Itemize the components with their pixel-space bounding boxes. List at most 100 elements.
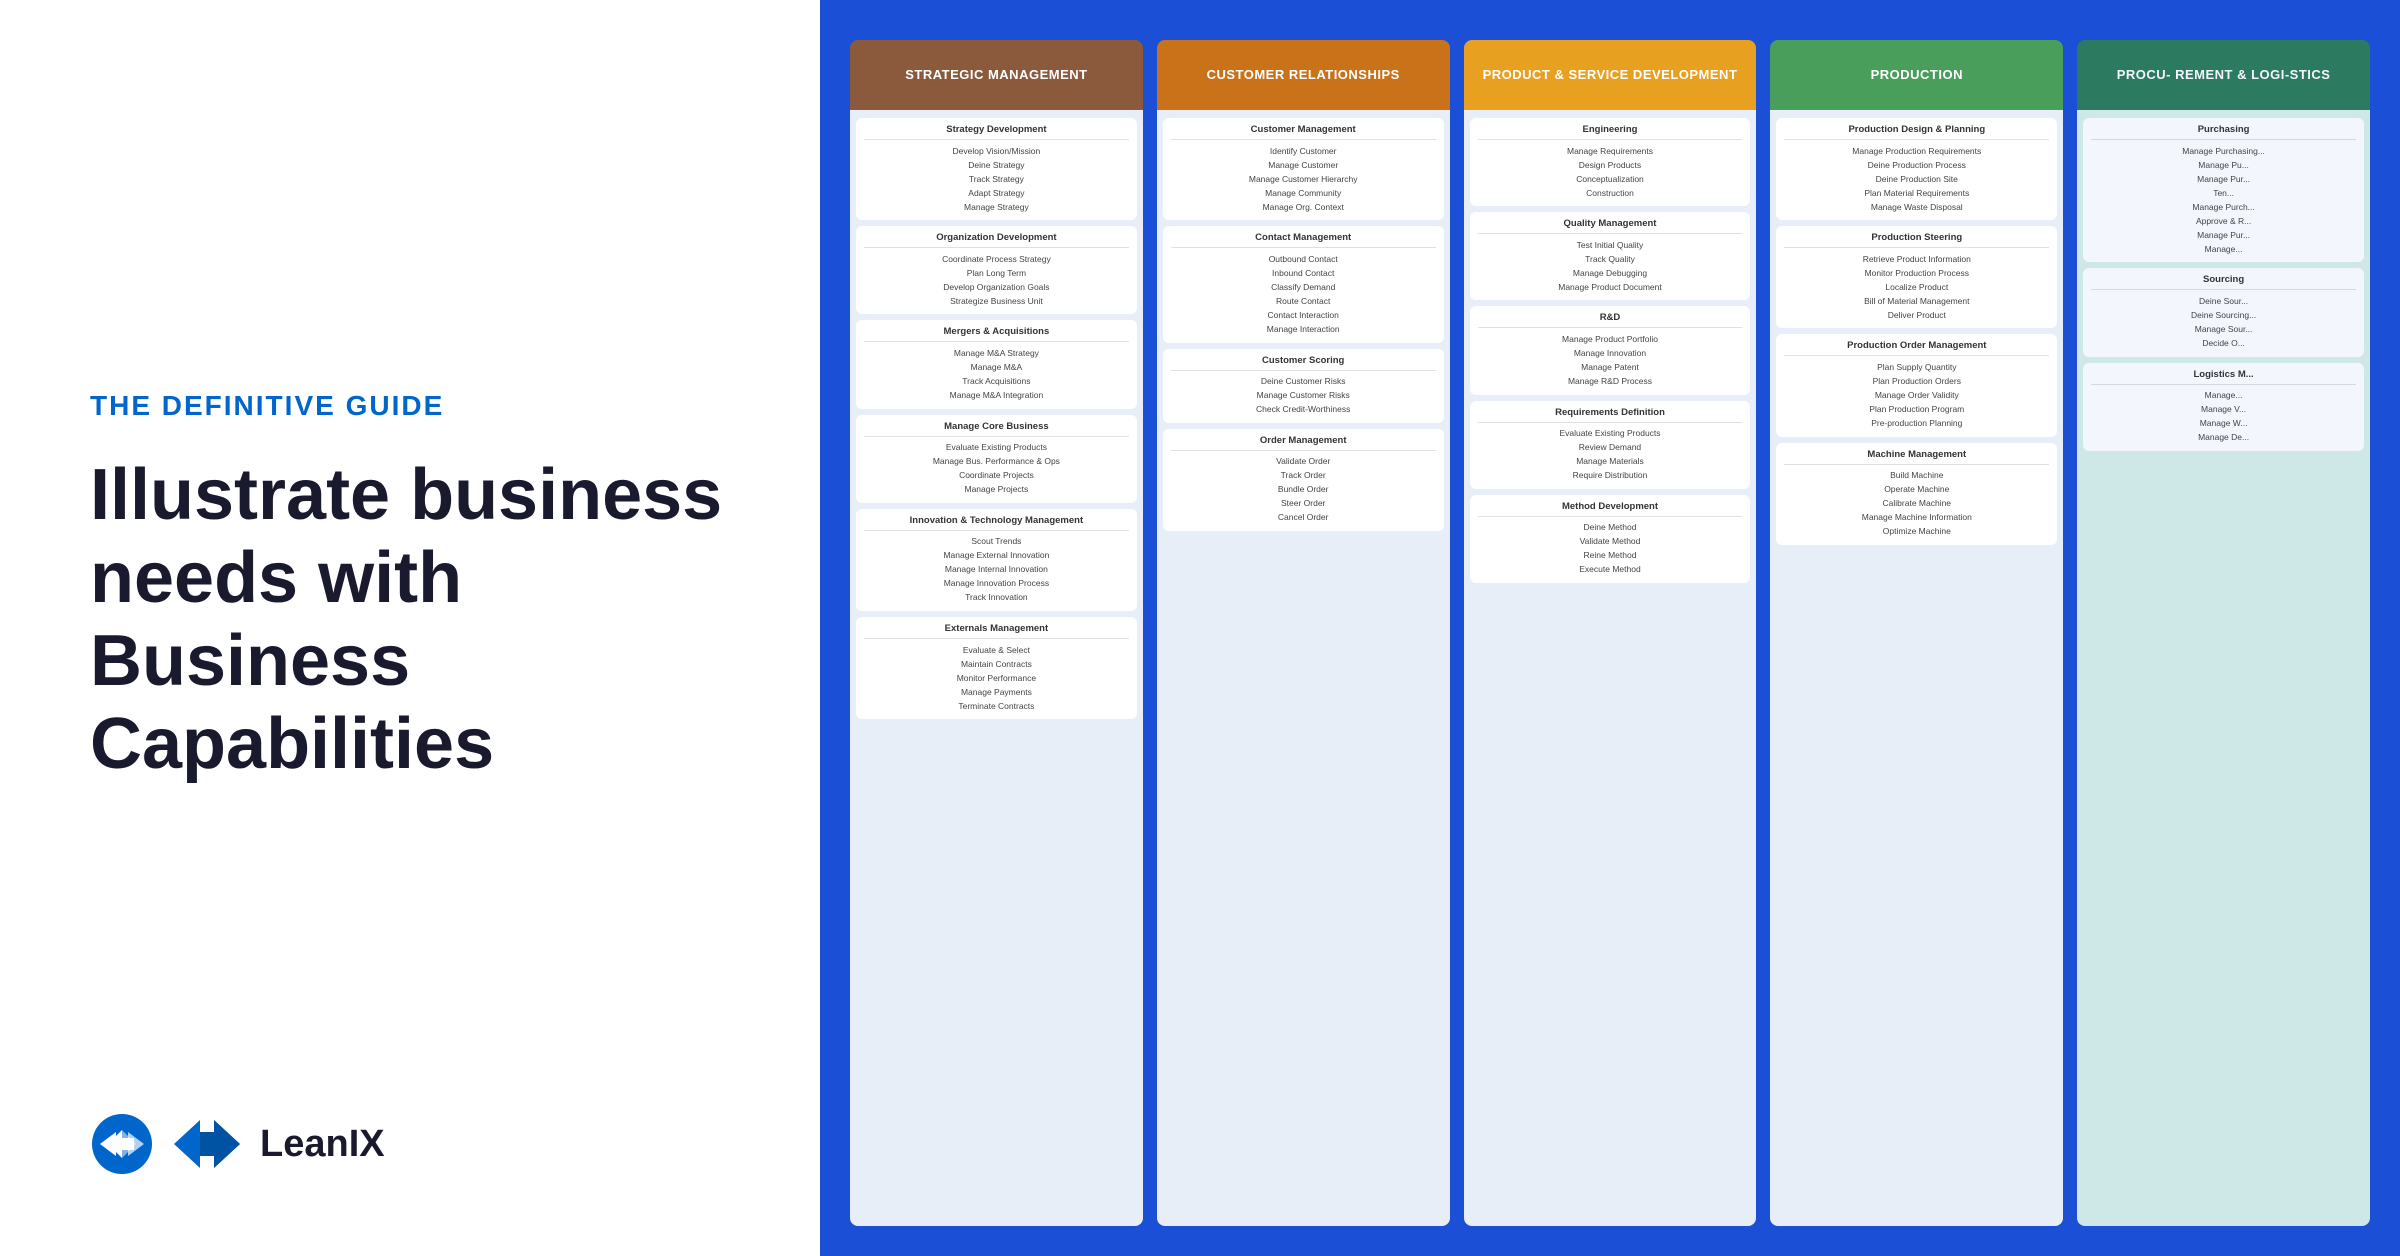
group-item: Localize Product [1784,280,2049,294]
group-item: Track Order [1171,469,1436,483]
column-header-product: PRODUCT & SERVICE DEVELOPMENT [1464,40,1757,110]
group-item: Build Machine [1784,469,2049,483]
group-title: Production Steering [1784,232,2049,248]
group-item: Manage Patent [1478,360,1743,374]
group-item: Cancel Order [1171,511,1436,525]
group-item: Manage Strategy [864,200,1129,214]
right-panel: STRATEGIC MANAGEMENT Strategy Development… [820,0,2400,1256]
group-title: Sourcing [2091,274,2356,290]
column-header-customer: CUSTOMER RELATIONSHIPS [1157,40,1450,110]
columns-container: STRATEGIC MANAGEMENT Strategy Development… [850,40,2370,1226]
group-item: Manage Internal Innovation [864,563,1129,577]
column-body-product: EngineeringManage RequirementsDesign Pro… [1464,110,1757,1226]
group-item: Monitor Performance [864,671,1129,685]
group-item: Operate Machine [1784,483,2049,497]
group-item: Reine Method [1478,549,1743,563]
group-item: Manage Customer Hierarchy [1171,172,1436,186]
group-item: Plan Material Requirements [1784,186,2049,200]
group-item: Terminate Contracts [864,699,1129,713]
group-item: Manage V... [2091,403,2356,417]
guide-label: THE DEFINITIVE GUIDE [90,390,730,422]
group-item: Manage Pu... [2091,158,2356,172]
group-title: Customer Scoring [1171,355,1436,371]
group-item: Manage M&A [864,360,1129,374]
column-header-production: PRODUCTION [1770,40,2063,110]
group-item: Retrieve Product Information [1784,252,2049,266]
group-item: Check Credit-Worthiness [1171,403,1436,417]
group-title: Mergers & Acquisitions [864,326,1129,342]
group-item: Bundle Order [1171,483,1436,497]
capability-group: SourcingDeine Sour...Deine Sourcing...Ma… [2083,268,2364,356]
group-item: Track Quality [1478,252,1743,266]
group-item: Manage Innovation Process [864,577,1129,591]
group-title: Strategy Development [864,124,1129,140]
group-item: Deine Production Process [1784,158,2049,172]
group-item: Manage Purch... [2091,200,2356,214]
group-item: Develop Organization Goals [864,280,1129,294]
group-item: Manage Sour... [2091,322,2356,336]
group-item: Manage Order Validity [1784,389,2049,403]
column-header-strategic: STRATEGIC MANAGEMENT [850,40,1143,110]
group-item: Manage External Innovation [864,549,1129,563]
group-item: Scout Trends [864,535,1129,549]
capability-group: Contact ManagementOutbound ContactInboun… [1163,226,1444,342]
group-item: Manage Customer Risks [1171,389,1436,403]
group-item: Coordinate Projects [864,469,1129,483]
group-item: Outbound Contact [1171,252,1436,266]
group-item: Manage Materials [1478,455,1743,469]
group-title: Externals Management [864,623,1129,639]
group-item: Manage Purchasing... [2091,144,2356,158]
column-strategic: STRATEGIC MANAGEMENT Strategy Development… [850,40,1143,1226]
group-item: Deliver Product [1784,308,2049,322]
column-header-procurement: PROCU- REMENT & LOGI-STICS [2077,40,2370,110]
group-item: Evaluate Existing Products [1478,427,1743,441]
group-item: Manage Requirements [1478,144,1743,158]
group-item: Deine Customer Risks [1171,375,1436,389]
capability-group: Logistics M...Manage...Manage V...Manage… [2083,363,2364,451]
group-item: Coordinate Process Strategy [864,252,1129,266]
group-item: Manage Machine Information [1784,511,2049,525]
group-item: Calibrate Machine [1784,497,2049,511]
group-item: Manage M&A Strategy [864,346,1129,360]
column-procurement: PROCU- REMENT & LOGI-STICS Purchasing Mana… [2077,40,2370,1226]
group-item: Adapt Strategy [864,186,1129,200]
capability-group: Order ManagementValidate OrderTrack Orde… [1163,429,1444,531]
group-item: Manage Pur... [2091,228,2356,242]
group-title: Engineering [1478,124,1743,140]
capability-group: Customer Scoring Deine Customer RisksMana… [1163,349,1444,423]
group-title: Purchasing [2091,124,2356,140]
group-item: Maintain Contracts [864,657,1129,671]
group-item: Conceptualization [1478,172,1743,186]
group-item: Plan Long Term [864,266,1129,280]
capability-group: Innovation & Technology ManagementScout … [856,509,1137,611]
group-title: Contact Management [1171,232,1436,248]
column-production: PRODUCTION Production Design & Planning Ma… [1770,40,2063,1226]
group-item: Pre-production Planning [1784,417,2049,431]
group-item: Manage De... [2091,431,2356,445]
group-item: Manage... [2091,389,2356,403]
group-item: Deine Production Site [1784,172,2049,186]
group-item: Manage R&D Process [1478,375,1743,389]
group-item: Deine Method [1478,521,1743,535]
group-item: Contact Interaction [1171,308,1436,322]
capability-group: Method DevelopmentDeine MethodValidate M… [1470,495,1751,583]
group-item: Manage Payments [864,685,1129,699]
group-item: Manage Waste Disposal [1784,200,2049,214]
group-item: Manage Projects [864,483,1129,497]
column-customer: CUSTOMER RELATIONSHIPSCustomer Managemen… [1157,40,1450,1226]
group-item: Deine Sourcing... [2091,308,2356,322]
group-item: Plan Production Program [1784,403,2049,417]
group-item: Manage Debugging [1478,266,1743,280]
group-item: Track Acquisitions [864,375,1129,389]
group-item: Review Demand [1478,441,1743,455]
group-title: Production Design & Planning [1784,124,2049,140]
logo-text: LeanIX [260,1123,385,1166]
group-title: Machine Management [1784,449,2049,465]
capability-group: Production Steering Retrieve Product Info… [1776,226,2057,328]
group-item: Test Initial Quality [1478,238,1743,252]
capability-group: Requirements DefinitionEvaluate Existing… [1470,401,1751,489]
group-item: Strategize Business Unit [864,294,1129,308]
group-item: Manage Bus. Performance & Ops [864,455,1129,469]
group-item: Manage Community [1171,186,1436,200]
group-item: Manage Pur... [2091,172,2356,186]
